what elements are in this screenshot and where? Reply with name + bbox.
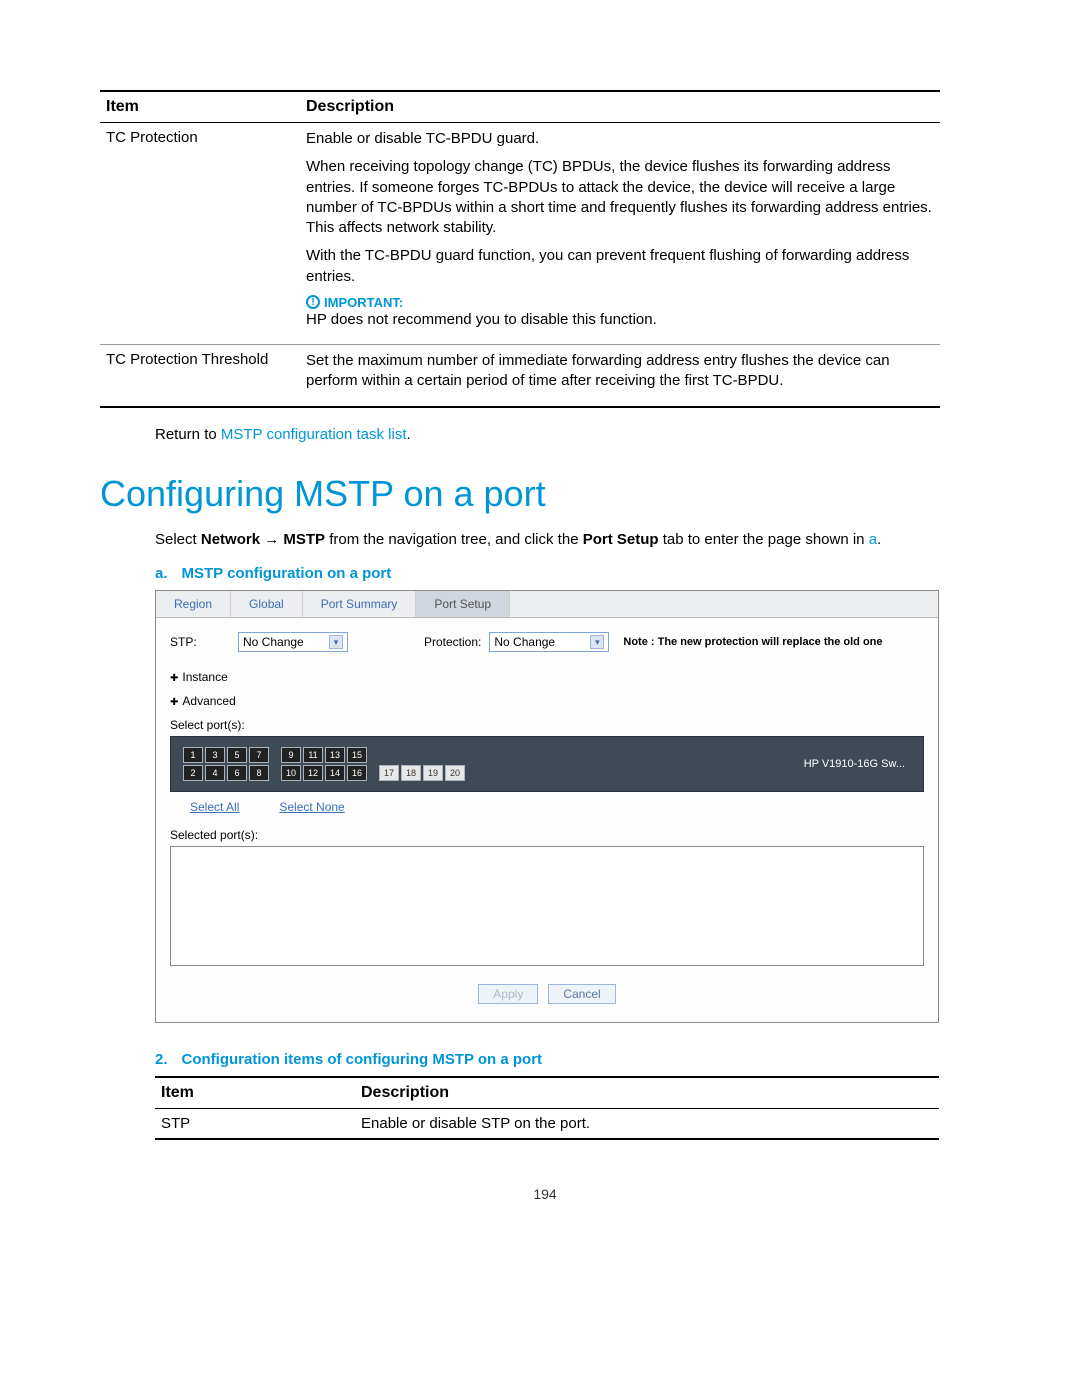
select-none-link[interactable]: Select None: [279, 800, 344, 814]
protection-label: Protection:: [424, 635, 481, 649]
cancel-button[interactable]: Cancel: [548, 984, 615, 1004]
return-line: Return to MSTP configuration task list.: [155, 426, 990, 443]
important-label: ! IMPORTANT:: [306, 295, 934, 310]
port-17[interactable]: 17: [379, 765, 399, 781]
port-6[interactable]: 6: [227, 765, 247, 781]
device-name: HP V1910-16G Sw...: [804, 758, 905, 770]
figure-caption-2: 2. Configuration items of configuring MS…: [155, 1051, 990, 1068]
port-group-extra: 17 18 19 20: [379, 747, 465, 781]
advanced-expander[interactable]: Advanced: [170, 694, 924, 708]
port-19[interactable]: 19: [423, 765, 443, 781]
port-group-2: 9 10 11 12 13 14 15 16: [281, 747, 367, 781]
port-14[interactable]: 14: [325, 765, 345, 781]
select-ports-label: Select port(s):: [170, 718, 924, 732]
table-row: TC Protection Threshold Set the maximum …: [100, 345, 940, 407]
tab-port-setup[interactable]: Port Setup: [416, 591, 510, 617]
stp-label: STP:: [170, 635, 230, 649]
tab-global[interactable]: Global: [231, 591, 303, 617]
select-all-link[interactable]: Select All: [190, 800, 239, 814]
port-selector-panel: 12 34 56 78 910 1112 1314 1516 17 18 19 …: [170, 736, 924, 792]
table1-row1-item: TC Protection: [100, 123, 300, 345]
port-group-1: 1 2 3 4 5 6 7 8: [183, 747, 269, 781]
section-heading: Configuring MSTP on a port: [100, 473, 990, 515]
tc-threshold-desc: Set the maximum number of immediate forw…: [306, 351, 934, 392]
protection-select[interactable]: No Change ▾: [489, 632, 609, 652]
table1-row2-item: TC Protection Threshold: [100, 345, 300, 407]
port-9[interactable]: 9: [281, 747, 301, 763]
tab-bar: Region Global Port Summary Port Setup: [156, 591, 938, 618]
instance-expander[interactable]: Instance: [170, 670, 924, 684]
table2-row-item: STP: [155, 1109, 355, 1140]
selected-ports-box: [170, 846, 924, 966]
port-2[interactable]: 2: [183, 765, 203, 781]
port-20[interactable]: 20: [445, 765, 465, 781]
intro-paragraph: Select Network → MSTP from the navigatio…: [155, 529, 990, 552]
chevron-down-icon: ▾: [590, 635, 604, 649]
table2-row-desc: Enable or disable STP on the port.: [355, 1109, 939, 1140]
figure-caption-a: a. MSTP configuration on a port: [155, 565, 990, 582]
port-7[interactable]: 7: [249, 747, 269, 763]
important-text-label: IMPORTANT:: [324, 295, 403, 310]
tab-region[interactable]: Region: [156, 591, 231, 617]
tc-protection-desc-3: With the TC-BPDU guard function, you can…: [306, 246, 934, 287]
table2-header-desc: Description: [355, 1077, 939, 1109]
port-8[interactable]: 8: [249, 765, 269, 781]
tc-protection-desc-2: When receiving topology change (TC) BPDU…: [306, 157, 934, 238]
table-row: STP Enable or disable STP on the port.: [155, 1109, 939, 1140]
port-11[interactable]: 11: [303, 747, 323, 763]
page-number: 194: [100, 1186, 990, 1202]
port-1[interactable]: 1: [183, 747, 203, 763]
tc-protection-desc-1: Enable or disable TC-BPDU guard.: [306, 129, 934, 149]
config-table-2: Item Description STP Enable or disable S…: [155, 1076, 939, 1140]
table1-header-desc: Description: [300, 91, 940, 123]
table-row: TC Protection Enable or disable TC-BPDU …: [100, 123, 940, 345]
important-body: HP does not recommend you to disable thi…: [306, 310, 934, 330]
mstp-task-list-link[interactable]: MSTP configuration task list: [221, 426, 407, 443]
chevron-down-icon: ▾: [329, 635, 343, 649]
port-13[interactable]: 13: [325, 747, 345, 763]
table1-header-item: Item: [100, 91, 300, 123]
selected-ports-label: Selected port(s):: [170, 828, 924, 842]
port-setup-screenshot: Region Global Port Summary Port Setup ST…: [155, 590, 939, 1023]
table2-header-item: Item: [155, 1077, 355, 1109]
port-5[interactable]: 5: [227, 747, 247, 763]
stp-select[interactable]: No Change ▾: [238, 632, 348, 652]
port-16[interactable]: 16: [347, 765, 367, 781]
port-12[interactable]: 12: [303, 765, 323, 781]
protection-note: Note : The new protection will replace t…: [623, 636, 882, 648]
tab-port-summary[interactable]: Port Summary: [303, 591, 417, 617]
port-3[interactable]: 3: [205, 747, 225, 763]
figure-a-link[interactable]: a: [869, 531, 877, 548]
port-4[interactable]: 4: [205, 765, 225, 781]
config-table-1: Item Description TC Protection Enable or…: [100, 90, 940, 408]
port-10[interactable]: 10: [281, 765, 301, 781]
port-15[interactable]: 15: [347, 747, 367, 763]
apply-button[interactable]: Apply: [478, 984, 538, 1004]
port-18[interactable]: 18: [401, 765, 421, 781]
important-icon: !: [306, 295, 320, 309]
